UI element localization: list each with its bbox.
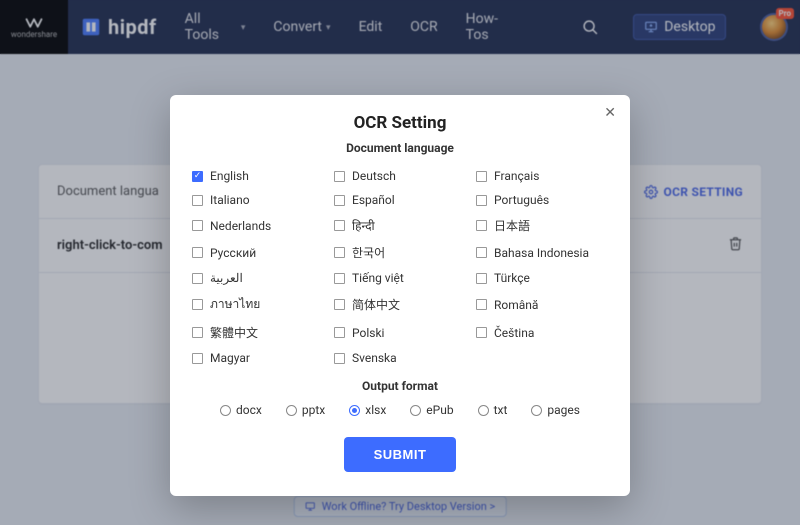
format-label: docx — [236, 403, 262, 417]
radio-icon — [478, 405, 489, 416]
checkbox-icon — [192, 247, 203, 258]
language-label: 繁體中文 — [210, 324, 258, 341]
language-option[interactable]: Română — [476, 295, 608, 314]
checkbox-icon — [476, 299, 487, 310]
language-label: Čeština — [494, 326, 534, 340]
output-format-option[interactable]: txt — [478, 403, 508, 417]
checkbox-icon — [334, 353, 345, 364]
output-format-row: docx pptx xlsx ePub txt pages — [192, 403, 608, 417]
language-label: Nederlands — [210, 219, 271, 233]
language-label: Svenska — [352, 351, 397, 365]
language-option[interactable]: Čeština — [476, 324, 608, 341]
checkbox-icon — [334, 195, 345, 206]
language-label: Tiếng việt — [352, 271, 404, 285]
format-label: txt — [494, 403, 508, 417]
modal-title: OCR Setting — [192, 113, 608, 133]
checkbox-icon — [334, 327, 345, 338]
format-label: pages — [547, 403, 580, 417]
checkbox-icon — [192, 171, 203, 182]
submit-button[interactable]: SUBMIT — [344, 437, 457, 472]
language-label: English — [210, 169, 249, 183]
format-label: ePub — [426, 403, 453, 417]
language-option[interactable]: Polski — [334, 324, 466, 341]
language-option[interactable]: Français — [476, 169, 608, 183]
checkbox-icon — [476, 220, 487, 231]
output-format-title: Output format — [192, 379, 608, 393]
output-format-option[interactable]: ePub — [410, 403, 453, 417]
checkbox-icon — [192, 273, 203, 284]
format-label: xlsx — [365, 403, 386, 417]
language-label: 简体中文 — [352, 296, 400, 313]
checkbox-icon — [476, 273, 487, 284]
checkbox-icon — [334, 247, 345, 258]
language-label: Español — [352, 193, 395, 207]
language-label: 日本語 — [494, 217, 530, 234]
format-label: pptx — [302, 403, 325, 417]
language-option[interactable]: العربية — [192, 271, 324, 285]
language-option[interactable]: Nederlands — [192, 217, 324, 234]
language-option[interactable]: Português — [476, 193, 608, 207]
checkbox-icon — [476, 247, 487, 258]
checkbox-icon — [476, 195, 487, 206]
language-label: Français — [494, 169, 539, 183]
language-option[interactable]: 日本語 — [476, 217, 608, 234]
language-label: Magyar — [210, 351, 250, 365]
radio-icon — [531, 405, 542, 416]
checkbox-icon — [334, 171, 345, 182]
language-option[interactable]: Magyar — [192, 351, 324, 365]
language-option[interactable]: 한국어 — [334, 244, 466, 261]
radio-icon — [220, 405, 231, 416]
radio-icon — [286, 405, 297, 416]
language-option[interactable]: ภาษาไทย — [192, 295, 324, 314]
language-option[interactable]: Tiếng việt — [334, 271, 466, 285]
language-label: Türkçe — [494, 271, 530, 285]
language-option[interactable]: Русский — [192, 244, 324, 261]
language-option[interactable]: 简体中文 — [334, 295, 466, 314]
language-option[interactable]: 繁體中文 — [192, 324, 324, 341]
checkbox-icon — [192, 353, 203, 364]
checkbox-icon — [192, 220, 203, 231]
checkbox-icon — [192, 327, 203, 338]
output-format-option[interactable]: docx — [220, 403, 262, 417]
checkbox-icon — [192, 299, 203, 310]
language-option[interactable]: Türkçe — [476, 271, 608, 285]
checkbox-icon — [334, 220, 345, 231]
language-option[interactable]: Deutsch — [334, 169, 466, 183]
language-label: ภาษาไทย — [210, 295, 260, 314]
checkbox-icon — [192, 195, 203, 206]
ocr-setting-modal: ✕ OCR Setting Document language English D… — [170, 95, 630, 496]
language-option[interactable]: हिन्दी — [334, 217, 466, 234]
output-format-option[interactable]: pages — [531, 403, 580, 417]
close-icon[interactable]: ✕ — [604, 105, 616, 121]
output-format-option[interactable]: pptx — [286, 403, 325, 417]
checkbox-icon — [334, 273, 345, 284]
radio-icon — [349, 405, 360, 416]
language-label: Português — [494, 193, 549, 207]
language-grid: English Deutsch Français Italiano Español Por… — [192, 169, 608, 365]
language-label: Deutsch — [352, 169, 396, 183]
language-label: العربية — [210, 271, 243, 285]
language-option[interactable]: Svenska — [334, 351, 466, 365]
checkbox-icon — [476, 327, 487, 338]
checkbox-icon — [334, 299, 345, 310]
language-label: Bahasa Indonesia — [494, 246, 589, 260]
language-label: Polski — [352, 326, 384, 340]
language-label: 한국어 — [352, 244, 385, 261]
language-label: Română — [494, 298, 538, 312]
language-label: Italiano — [210, 193, 250, 207]
language-option[interactable]: Italiano — [192, 193, 324, 207]
language-label: Русский — [210, 246, 256, 260]
language-option[interactable]: Español — [334, 193, 466, 207]
modal-subtitle: Document language — [192, 141, 608, 155]
language-option[interactable]: Bahasa Indonesia — [476, 244, 608, 261]
language-option[interactable]: English — [192, 169, 324, 183]
radio-icon — [410, 405, 421, 416]
output-format-option[interactable]: xlsx — [349, 403, 386, 417]
checkbox-icon — [476, 171, 487, 182]
language-label: हिन्दी — [352, 217, 375, 234]
